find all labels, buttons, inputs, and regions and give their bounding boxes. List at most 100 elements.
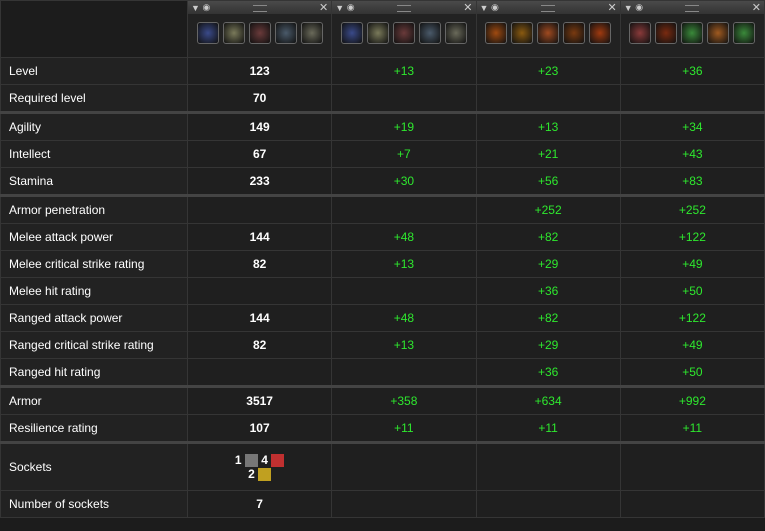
stat-value: +252 — [475, 194, 621, 224]
stat-value: +13 — [331, 250, 477, 278]
stat-value: 149 — [186, 111, 333, 141]
stat-value: +7 — [331, 140, 477, 168]
item-icon[interactable] — [300, 22, 323, 44]
close-icon[interactable]: ✕ — [752, 1, 761, 14]
stat-value: +122 — [619, 223, 765, 251]
item-icon[interactable] — [248, 22, 271, 44]
stat-value: +252 — [619, 194, 765, 224]
table-row: Ranged critical strike rating 82 +13 +29 +49 — [0, 331, 765, 359]
socket-count: 1 — [234, 452, 242, 467]
stat-value: 144 — [186, 304, 333, 332]
eye-icon[interactable]: ◉ — [347, 2, 355, 13]
table-row: Resilience rating 107 +11 +11 +11 — [0, 414, 765, 443]
item-icon[interactable] — [340, 22, 363, 44]
item-icon[interactable] — [392, 22, 415, 44]
table-row: Agility 149 +19 +13 +34 — [0, 111, 765, 141]
stat-value: +992 — [619, 385, 765, 415]
stat-label: Ranged hit rating — [0, 358, 188, 387]
table-row: Stamina 233 +30 +56 +83 — [0, 167, 765, 196]
stat-value — [186, 194, 333, 224]
stat-value — [331, 277, 477, 305]
table-row: Number of sockets 7 — [0, 490, 765, 518]
drag-handle[interactable] — [252, 5, 267, 12]
stat-label: Armor penetration — [0, 194, 188, 224]
stat-value: +634 — [475, 385, 621, 415]
stat-label: Melee attack power — [0, 223, 188, 251]
drag-handle[interactable] — [685, 5, 700, 12]
table-row: Melee critical strike rating 82 +13 +29 +49 — [0, 250, 765, 278]
drag-handle[interactable] — [396, 5, 411, 12]
item-icon[interactable] — [537, 22, 560, 44]
stat-value — [331, 358, 477, 387]
close-icon[interactable]: ✕ — [319, 1, 328, 14]
stat-value: +11 — [619, 414, 765, 443]
item-icon[interactable] — [707, 22, 730, 44]
table-row: Ranged hit rating +36 +50 — [0, 358, 765, 387]
item-icon[interactable] — [485, 22, 508, 44]
stat-value: +34 — [619, 111, 765, 141]
item-icon[interactable] — [655, 22, 678, 44]
socket-yellow-icon — [258, 468, 272, 482]
table-row: Ranged attack power 144 +48 +82 +122 — [0, 304, 765, 332]
stat-value: 67 — [186, 140, 333, 168]
stat-value: +49 — [619, 250, 765, 278]
stat-value: +11 — [331, 414, 477, 443]
item-icon[interactable] — [196, 22, 219, 44]
item-icon[interactable] — [418, 22, 441, 44]
stat-value — [331, 84, 477, 113]
stat-value: +48 — [331, 304, 477, 332]
stat-value: +82 — [475, 304, 621, 332]
stat-value: +30 — [331, 167, 477, 196]
item-icon[interactable] — [274, 22, 297, 44]
item-icon[interactable] — [511, 22, 534, 44]
stat-value: 107 — [186, 414, 333, 443]
item-icon[interactable] — [444, 22, 467, 44]
stat-label: Resilience rating — [0, 414, 188, 443]
item-icon[interactable] — [563, 22, 586, 44]
stat-value: +56 — [475, 167, 621, 196]
stat-value: 82 — [186, 331, 333, 359]
stat-label: Number of sockets — [0, 490, 188, 518]
close-icon[interactable]: ✕ — [608, 1, 617, 14]
table-row: Armor penetration +252 +252 — [0, 194, 765, 224]
stat-value — [186, 277, 333, 305]
stat-value — [619, 84, 765, 113]
stat-value: 123 — [186, 57, 333, 85]
stat-label: Agility — [0, 111, 188, 141]
stat-value: +11 — [475, 414, 621, 443]
table-row: Melee attack power 144 +48 +82 +122 — [0, 223, 765, 251]
socket-count: 4 — [261, 452, 268, 467]
stat-label: Intellect — [0, 140, 188, 168]
stat-label: Armor — [0, 385, 188, 415]
stat-value: +36 — [475, 358, 621, 387]
stat-value — [331, 194, 477, 224]
drag-handle[interactable] — [541, 5, 556, 12]
column-header: ▼ ◉ ✕ — [331, 0, 477, 58]
eye-icon[interactable]: ◉ — [491, 2, 499, 13]
item-icon[interactable] — [222, 22, 245, 44]
column-header: ▼ ◉ ✕ — [619, 0, 765, 58]
item-icon[interactable] — [629, 22, 652, 44]
stat-label: Stamina — [0, 167, 188, 196]
item-icon[interactable] — [589, 22, 612, 44]
item-icon[interactable] — [681, 22, 704, 44]
item-icon[interactable] — [733, 22, 756, 44]
stat-value: +29 — [475, 331, 621, 359]
stat-value: +21 — [475, 140, 621, 168]
stat-value: +83 — [619, 167, 765, 196]
eye-icon[interactable]: ◉ — [635, 2, 643, 13]
stat-value: +43 — [619, 140, 765, 168]
dropdown-icon[interactable]: ▼ — [480, 3, 489, 13]
dropdown-icon[interactable]: ▼ — [335, 3, 344, 13]
stat-value: +50 — [619, 277, 765, 305]
eye-icon[interactable]: ◉ — [202, 2, 210, 13]
item-icon[interactable] — [366, 22, 389, 44]
table-row: Sockets 1 4 2 — [0, 441, 765, 491]
dropdown-icon[interactable]: ▼ — [624, 3, 633, 13]
corner-cell — [0, 0, 188, 58]
close-icon[interactable]: ✕ — [463, 1, 472, 14]
dropdown-icon[interactable]: ▼ — [191, 3, 200, 13]
table-row: Level 123 +13 +23 +36 — [0, 57, 765, 85]
table-row: Required level 70 — [0, 84, 765, 113]
comparison-table: ▼ ◉ ✕ ▼ ◉ ✕ ▼ ◉ ✕ ▼ ◉ ✕ Level 123 +13 +23 +36 Requir… — [0, 0, 765, 518]
